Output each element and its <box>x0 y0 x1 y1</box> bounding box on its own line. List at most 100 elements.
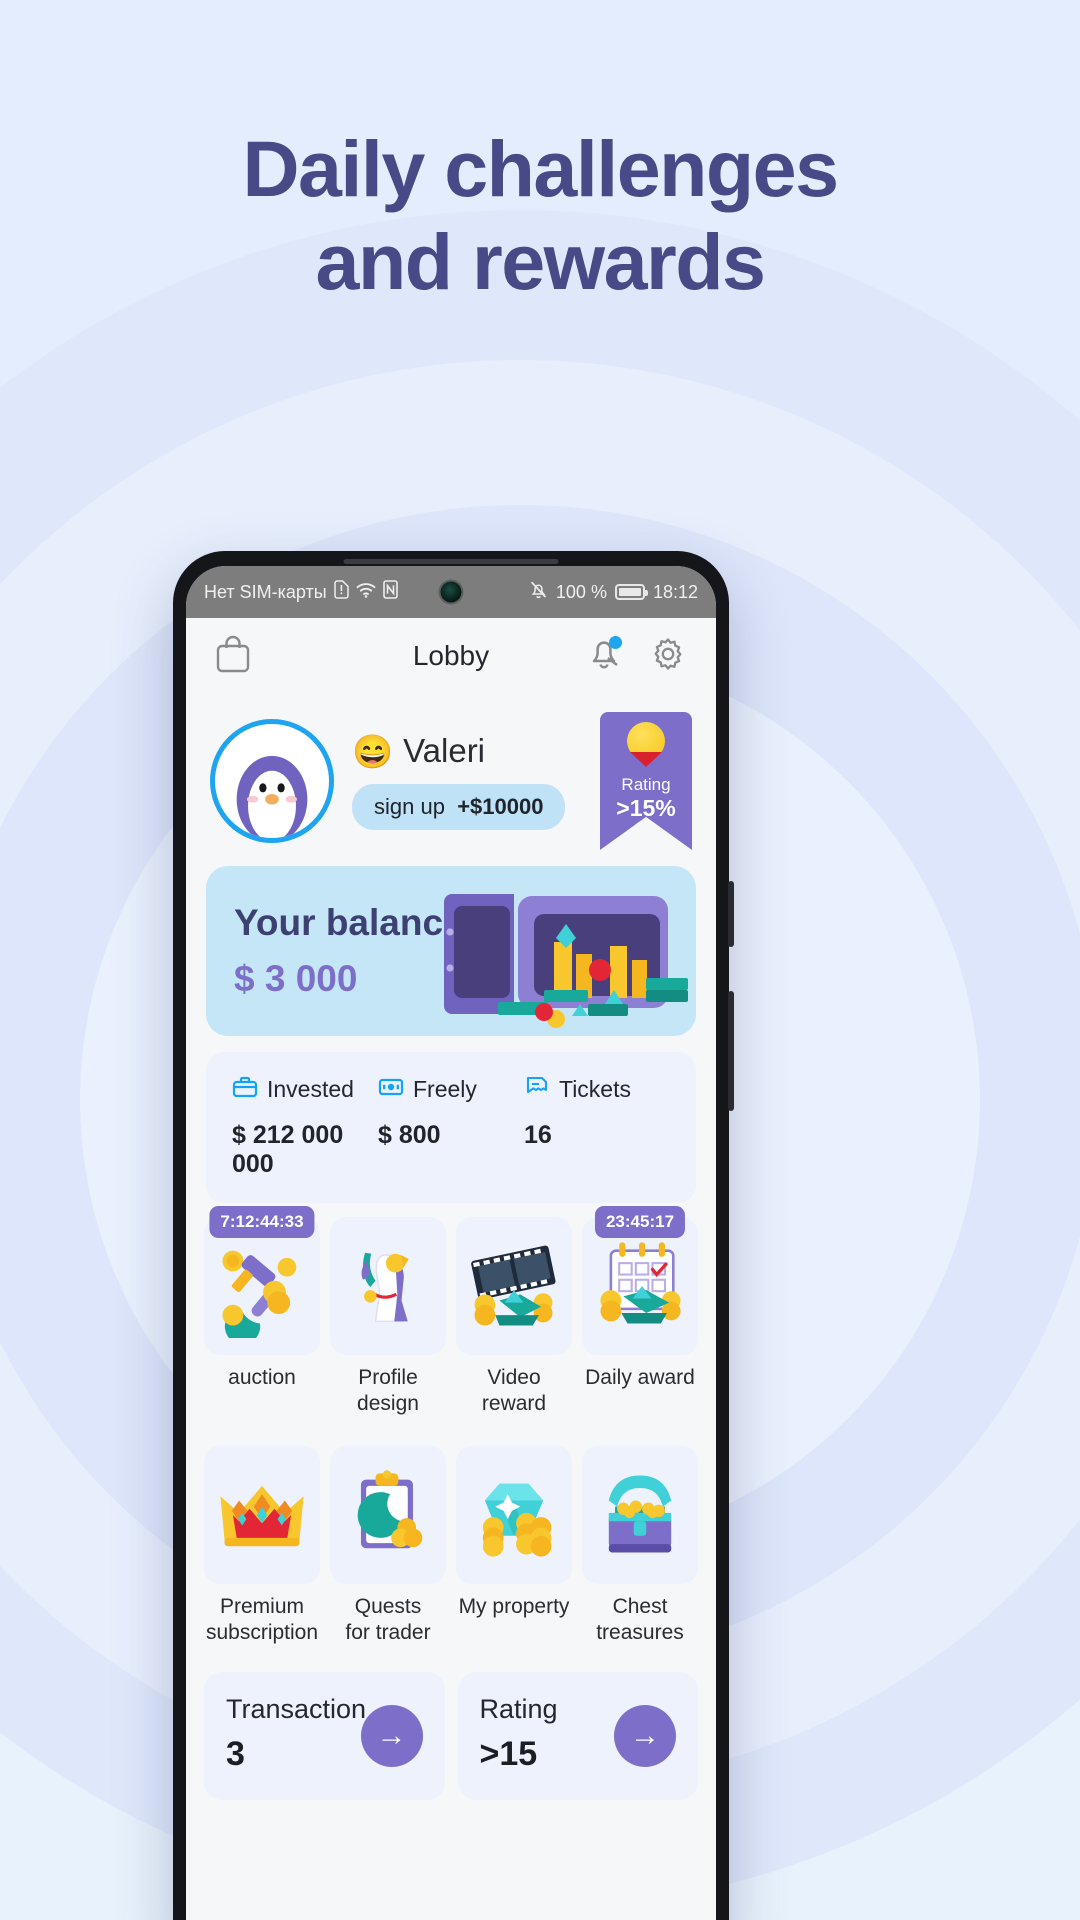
signup-bonus-pill[interactable]: sign up +$10000 <box>352 784 566 830</box>
summary-cards: Transaction 3 → Rating >15 → <box>204 1672 698 1800</box>
stat-label: Freely <box>413 1076 477 1102</box>
ribbon-value: >15% <box>616 795 676 821</box>
bell-icon[interactable] <box>584 634 624 679</box>
nfc-icon <box>382 580 398 604</box>
stat-invested[interactable]: Invested $ 212 000 000 <box>232 1074 378 1179</box>
stat-head: Tickets <box>524 1074 670 1105</box>
app-header: Lobby <box>186 618 716 694</box>
feature-tiles-row-2: Premium subscription Quests for trader M… <box>204 1445 698 1647</box>
tile-auction[interactable]: 7:12:44:33 auction <box>204 1206 320 1418</box>
rating-ribbon[interactable]: Rating >15% <box>600 712 692 850</box>
bell-muted-icon <box>529 580 548 604</box>
carrier-label: Нет SIM-карты <box>204 581 327 602</box>
statue-icon <box>361 1252 409 1323</box>
tile-timer: 7:12:44:33 <box>209 1206 315 1238</box>
gem-coins-icon <box>482 1483 552 1557</box>
chest-icon <box>608 1474 672 1552</box>
stat-head: Freely <box>378 1074 524 1105</box>
tile-label-line1: My property <box>458 1594 570 1618</box>
tile-label: Chest treasures <box>582 1594 698 1647</box>
clipboard-icon <box>357 1469 423 1548</box>
promo-banner: Daily challenges and rewards Нет SIM-кар… <box>0 0 1080 1920</box>
tile-chest-treasures[interactable]: Chest treasures <box>582 1445 698 1647</box>
safe-with-treasure-icon <box>444 894 688 1028</box>
tile-label-line2: treasures <box>596 1620 684 1644</box>
calendar-money-icon <box>600 1242 681 1324</box>
tile-icon-box <box>456 1445 572 1584</box>
stat-head: Invested <box>232 1074 378 1105</box>
tile-label-line2: subscription <box>205 1620 319 1644</box>
tile-icon-box <box>204 1445 320 1584</box>
stat-value: $ 800 <box>378 1121 441 1149</box>
tile-icon-box <box>330 1217 446 1355</box>
tile-label: My property <box>456 1594 572 1620</box>
banknote-icon <box>378 1074 404 1105</box>
phone-screen: Нет SIM-карты 100 % 18:12 Lobby 😄 Valeri… <box>186 566 716 1920</box>
signup-label: sign up <box>374 794 445 819</box>
bell-badge <box>609 635 622 649</box>
wifi-icon <box>356 582 376 603</box>
gear-icon[interactable] <box>648 634 688 679</box>
tile-icon-box <box>456 1217 572 1355</box>
rating-card[interactable]: Rating >15 → <box>457 1672 698 1800</box>
phone-speaker <box>343 559 559 564</box>
arrow-right-icon[interactable]: → <box>614 1705 676 1767</box>
ticket-icon <box>524 1074 550 1105</box>
tile-profile-design[interactable]: Profile design <box>330 1217 446 1418</box>
stat-value: $ 212 000 000 <box>232 1121 344 1178</box>
status-bar: Нет SIM-карты 100 % 18:12 <box>186 566 716 618</box>
gavel-coins-icon <box>222 1250 297 1338</box>
phone-mockup: Нет SIM-карты 100 % 18:12 Lobby 😄 Valeri… <box>173 551 734 1920</box>
sim-alert-icon <box>333 580 349 604</box>
stat-tickets[interactable]: Tickets 16 <box>524 1074 670 1179</box>
stat-label: Invested <box>267 1076 354 1102</box>
username-label: Valeri <box>403 732 486 769</box>
stat-freely[interactable]: Freely $ 800 <box>378 1074 524 1179</box>
tile-label: Profile design <box>357 1366 419 1416</box>
medal-icon <box>627 722 665 760</box>
profile-row: 😄 Valeri sign up +$10000 Rating >15% <box>186 694 716 860</box>
battery-charging-icon <box>614 584 648 600</box>
shopping-bag-icon[interactable] <box>214 634 252 679</box>
headline-line-1: Daily challenges <box>242 124 839 213</box>
briefcase-icon <box>232 1074 258 1105</box>
balance-card[interactable]: Your balance $ 3 000 <box>206 866 696 1036</box>
tile-label-line1: Quests <box>354 1594 422 1618</box>
stat-value: 16 <box>524 1121 552 1149</box>
card-value: 3 <box>226 1735 245 1773</box>
tile-daily-award[interactable]: 23:45:17 Daily award <box>582 1206 698 1418</box>
tile-label-line1: Chest <box>612 1594 668 1618</box>
penguin-avatar[interactable] <box>210 719 334 843</box>
tile-timer: 23:45:17 <box>594 1206 686 1238</box>
tile-label-line2: for trader <box>345 1620 431 1644</box>
profile-info: 😄 Valeri sign up +$10000 <box>352 732 582 830</box>
arrow-right-icon[interactable]: → <box>360 1705 423 1767</box>
tile-quests-for-trader[interactable]: Quests for trader <box>330 1445 446 1647</box>
battery-percent-label: 100 % <box>555 581 607 602</box>
promo-headline: Daily challenges and rewards <box>0 122 1080 308</box>
stat-label: Tickets <box>559 1076 631 1102</box>
clock-label: 18:12 <box>652 581 698 602</box>
profile-name-row: 😄 Valeri <box>352 732 582 770</box>
tile-my-property[interactable]: My property <box>456 1445 572 1647</box>
signup-bonus-value: +$10000 <box>457 794 544 819</box>
tile-icon-box <box>582 1445 698 1584</box>
card-title: Rating <box>479 1694 558 1724</box>
feature-tiles-row-1: 7:12:44:33 auction Profile design Video … <box>204 1206 698 1418</box>
tile-label: auction <box>228 1366 296 1389</box>
stats-row: Invested $ 212 000 000 Freely $ 800 Tick… <box>206 1052 696 1203</box>
status-bar-left: Нет SIM-карты <box>204 580 398 604</box>
tile-label: Premium subscription <box>204 1594 320 1647</box>
tile-label: Quests for trader <box>330 1594 446 1647</box>
card-title: Transaction <box>226 1694 367 1724</box>
tile-icon-box <box>330 1445 446 1584</box>
status-bar-right: 100 % 18:12 <box>529 580 698 604</box>
card-value: >15 <box>479 1735 538 1773</box>
tile-premium-subscription[interactable]: Premium subscription <box>204 1445 320 1647</box>
mood-emoji[interactable]: 😄 <box>352 735 393 768</box>
transaction-card[interactable]: Transaction 3 → <box>204 1672 445 1800</box>
tile-video-reward[interactable]: Video reward <box>456 1217 572 1418</box>
headline-line-2: and rewards <box>315 217 766 307</box>
tile-label: Video reward <box>481 1366 547 1416</box>
crown-icon <box>220 1485 304 1546</box>
